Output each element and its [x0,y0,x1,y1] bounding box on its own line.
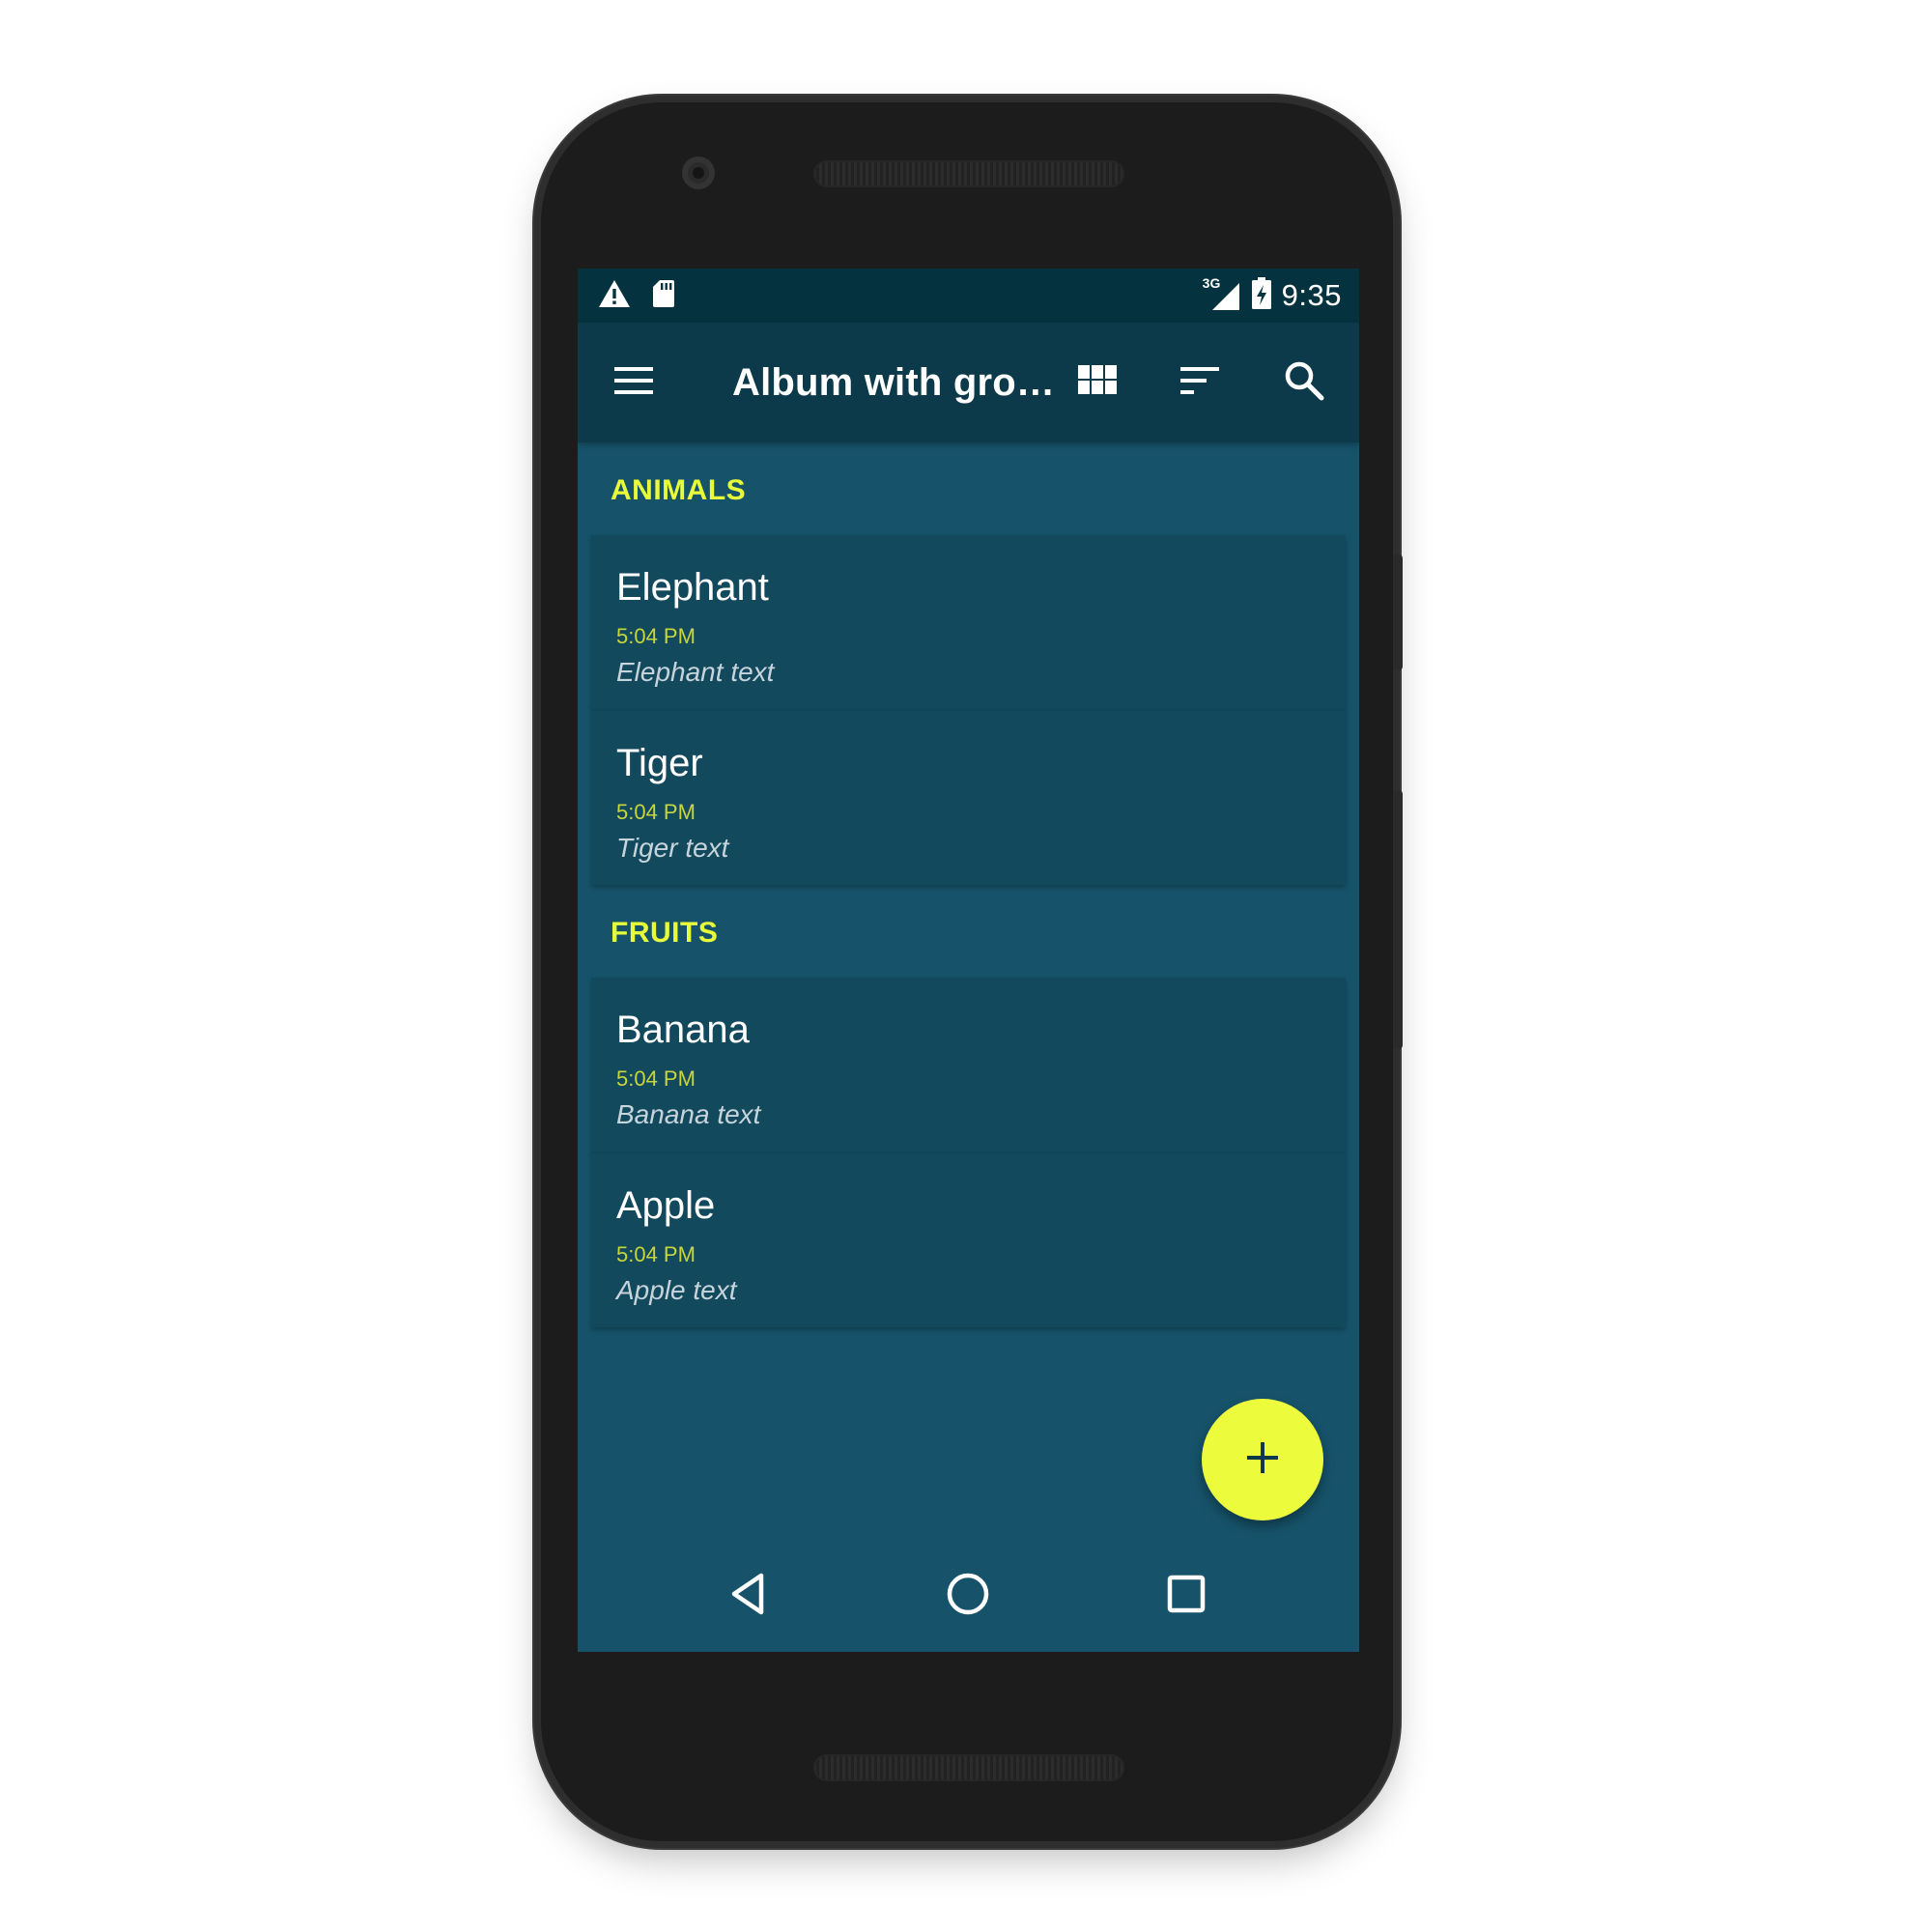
list-item[interactable]: Tiger 5:04 PM Tiger text [591,709,1346,885]
volume-button [1393,790,1403,1049]
item-title: Apple [616,1184,716,1227]
phone-screen: 3G 9:35 Album with gro… ANIMALS Elephant… [578,269,1359,1652]
item-text: Banana text [616,1099,761,1129]
list-item[interactable]: Apple 5:04 PM Apple text [591,1151,1346,1327]
item-time: 5:04 PM [616,1066,696,1091]
item-title: Banana [616,1009,750,1051]
front-camera [682,156,715,189]
recents-icon [1165,1573,1208,1620]
section-card: Banana 5:04 PM Banana text Apple 5:04 PM… [591,978,1346,1327]
home-icon [945,1571,991,1622]
list-item[interactable]: Elephant 5:04 PM Elephant text [591,535,1346,709]
page-title: Album with gro… [732,361,1056,404]
navigation-bar [578,1540,1359,1652]
item-text: Apple text [616,1275,737,1305]
add-button[interactable] [1202,1399,1323,1520]
list-item[interactable]: Banana 5:04 PM Banana text [591,978,1346,1151]
recents-button[interactable] [1151,1561,1221,1631]
item-title: Elephant [616,566,769,609]
sort-icon [1179,365,1221,401]
item-text: Tiger text [616,833,729,863]
add-icon [1243,1438,1282,1482]
warning-icon [597,278,632,314]
search-icon [1284,360,1324,406]
item-title: Tiger [616,742,703,784]
menu-button[interactable] [601,350,667,415]
app-bar: Album with gro… [578,323,1359,442]
status-time: 9:35 [1281,278,1342,312]
item-time: 5:04 PM [616,1242,696,1266]
home-button[interactable] [933,1561,1003,1631]
menu-icon [612,364,655,402]
back-icon [726,1571,773,1622]
battery-charging-icon [1251,276,1272,315]
sd-card-icon [651,278,676,314]
earpiece-speaker [813,160,1124,187]
section-header: ANIMALS [611,474,747,506]
item-time: 5:04 PM [616,800,696,824]
grid-view-button[interactable] [1065,350,1130,415]
grid-view-icon [1078,364,1117,401]
signal-icon: 3G [1203,275,1241,312]
back-button[interactable] [715,1561,784,1631]
grouped-list: ANIMALS Elephant 5:04 PM Elephant text T… [578,442,1359,1327]
bottom-speaker [813,1754,1124,1781]
item-text: Elephant text [616,657,775,687]
sort-button[interactable] [1167,350,1233,415]
power-button [1393,554,1403,670]
search-button[interactable] [1271,350,1337,415]
status-bar: 3G 9:35 [578,269,1359,323]
section-card: Elephant 5:04 PM Elephant text Tiger 5:0… [591,535,1346,885]
section-header: FRUITS [611,917,719,949]
item-time: 5:04 PM [616,624,696,648]
